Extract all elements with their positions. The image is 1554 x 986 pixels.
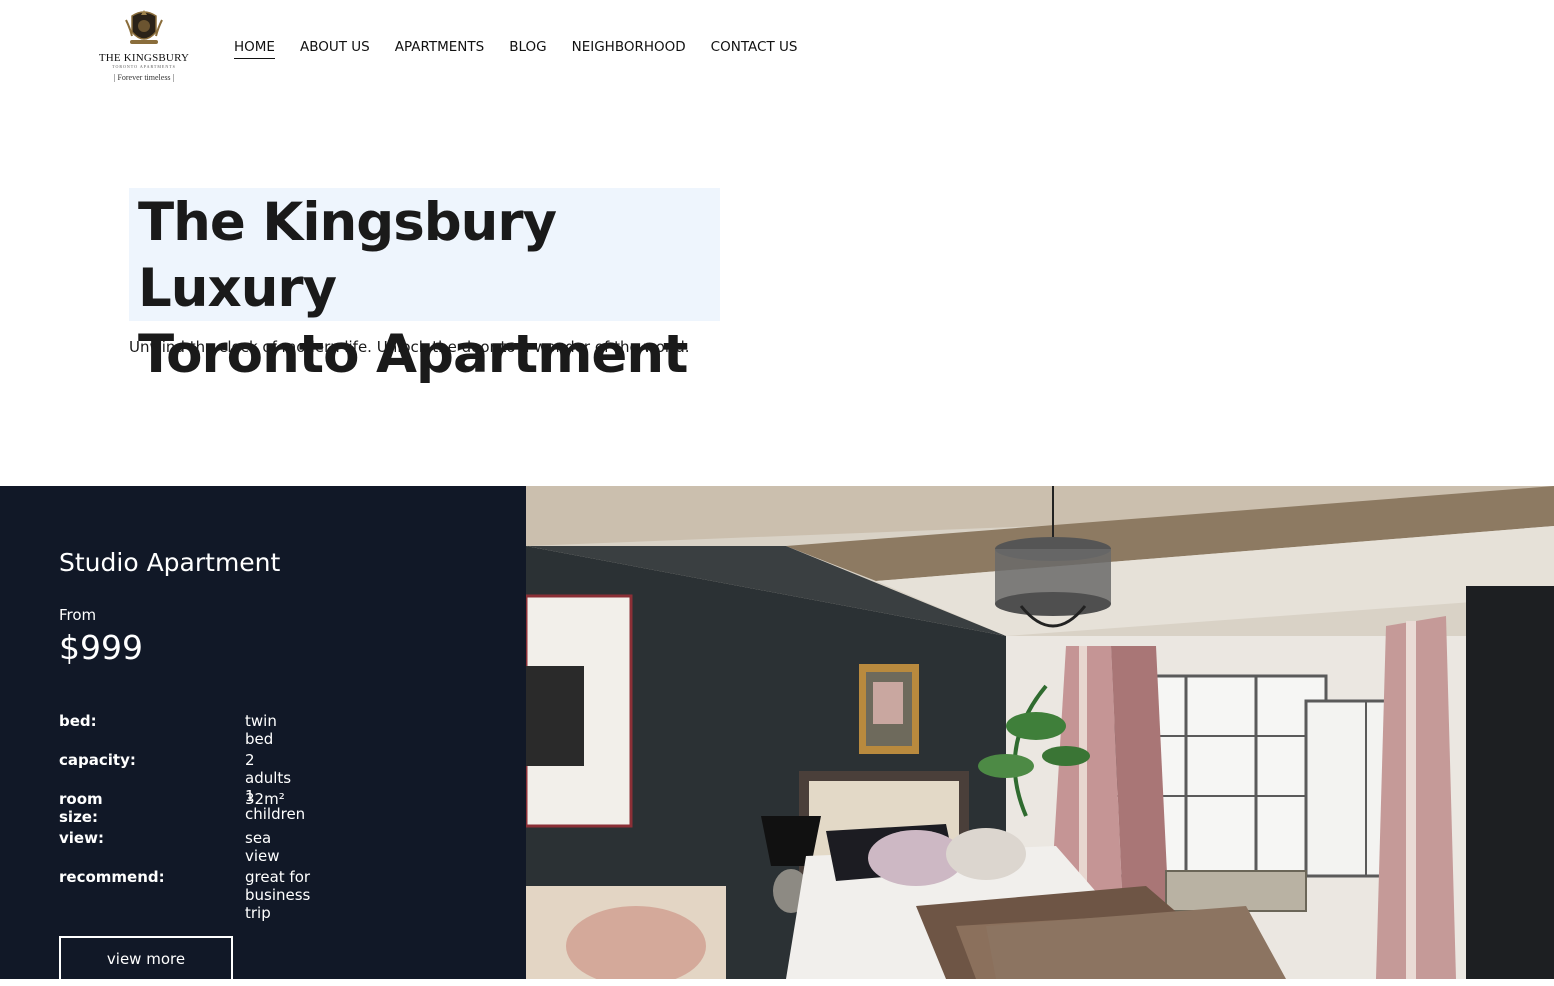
hero-title-line-1: The Kingsbury Luxury <box>138 192 557 319</box>
main-nav: HOME ABOUT US APARTMENTS BLOG NEIGHBORHO… <box>234 39 797 59</box>
apartment-info-panel: Studio Apartment From $999 bed: twin bed… <box>0 486 526 986</box>
spec-key: recommend: <box>59 868 165 886</box>
apartment-price: $999 <box>59 628 143 667</box>
spec-key: capacity: <box>59 751 136 769</box>
spec-key: room size: <box>59 790 103 826</box>
spec-value: 32m² <box>245 790 285 808</box>
spec-key: bed: <box>59 712 97 730</box>
spec-value: sea view <box>245 829 280 865</box>
hero-subtitle: Unwind the clock of modern life. Unlock … <box>129 338 690 356</box>
nav-item-apartments[interactable]: APARTMENTS <box>395 39 484 59</box>
apartment-photo <box>526 486 1554 979</box>
nav-item-about-us[interactable]: ABOUT US <box>300 39 370 59</box>
nav-item-neighborhood[interactable]: NEIGHBORHOOD <box>572 39 686 59</box>
nav-item-blog[interactable]: BLOG <box>509 39 546 59</box>
logo-name: THE KINGSBURY <box>98 52 190 64</box>
apartment-section: Studio Apartment From $999 bed: twin bed… <box>0 486 1554 986</box>
spec-key: view: <box>59 829 104 847</box>
site-logo[interactable]: THE KINGSBURY TORONTO APARTMENTS | Forev… <box>96 6 192 86</box>
apartment-name: Studio Apartment <box>59 548 281 577</box>
logo-subline: TORONTO APARTMENTS <box>112 64 176 69</box>
crest-icon <box>125 10 163 44</box>
bedroom-image <box>526 486 1554 979</box>
spec-value: great for business trip <box>245 868 311 922</box>
hero-title: The Kingsbury Luxury Toronto Apartment <box>129 188 720 385</box>
nav-item-contact-us[interactable]: CONTACT US <box>711 39 798 59</box>
spec-value: twin bed <box>245 712 277 748</box>
nav-item-home[interactable]: HOME <box>234 39 275 59</box>
price-from-label: From <box>59 606 97 624</box>
logo-tagline: | Forever timeless | <box>113 73 175 82</box>
spec-value: 2 adults 1 children <box>245 751 306 823</box>
